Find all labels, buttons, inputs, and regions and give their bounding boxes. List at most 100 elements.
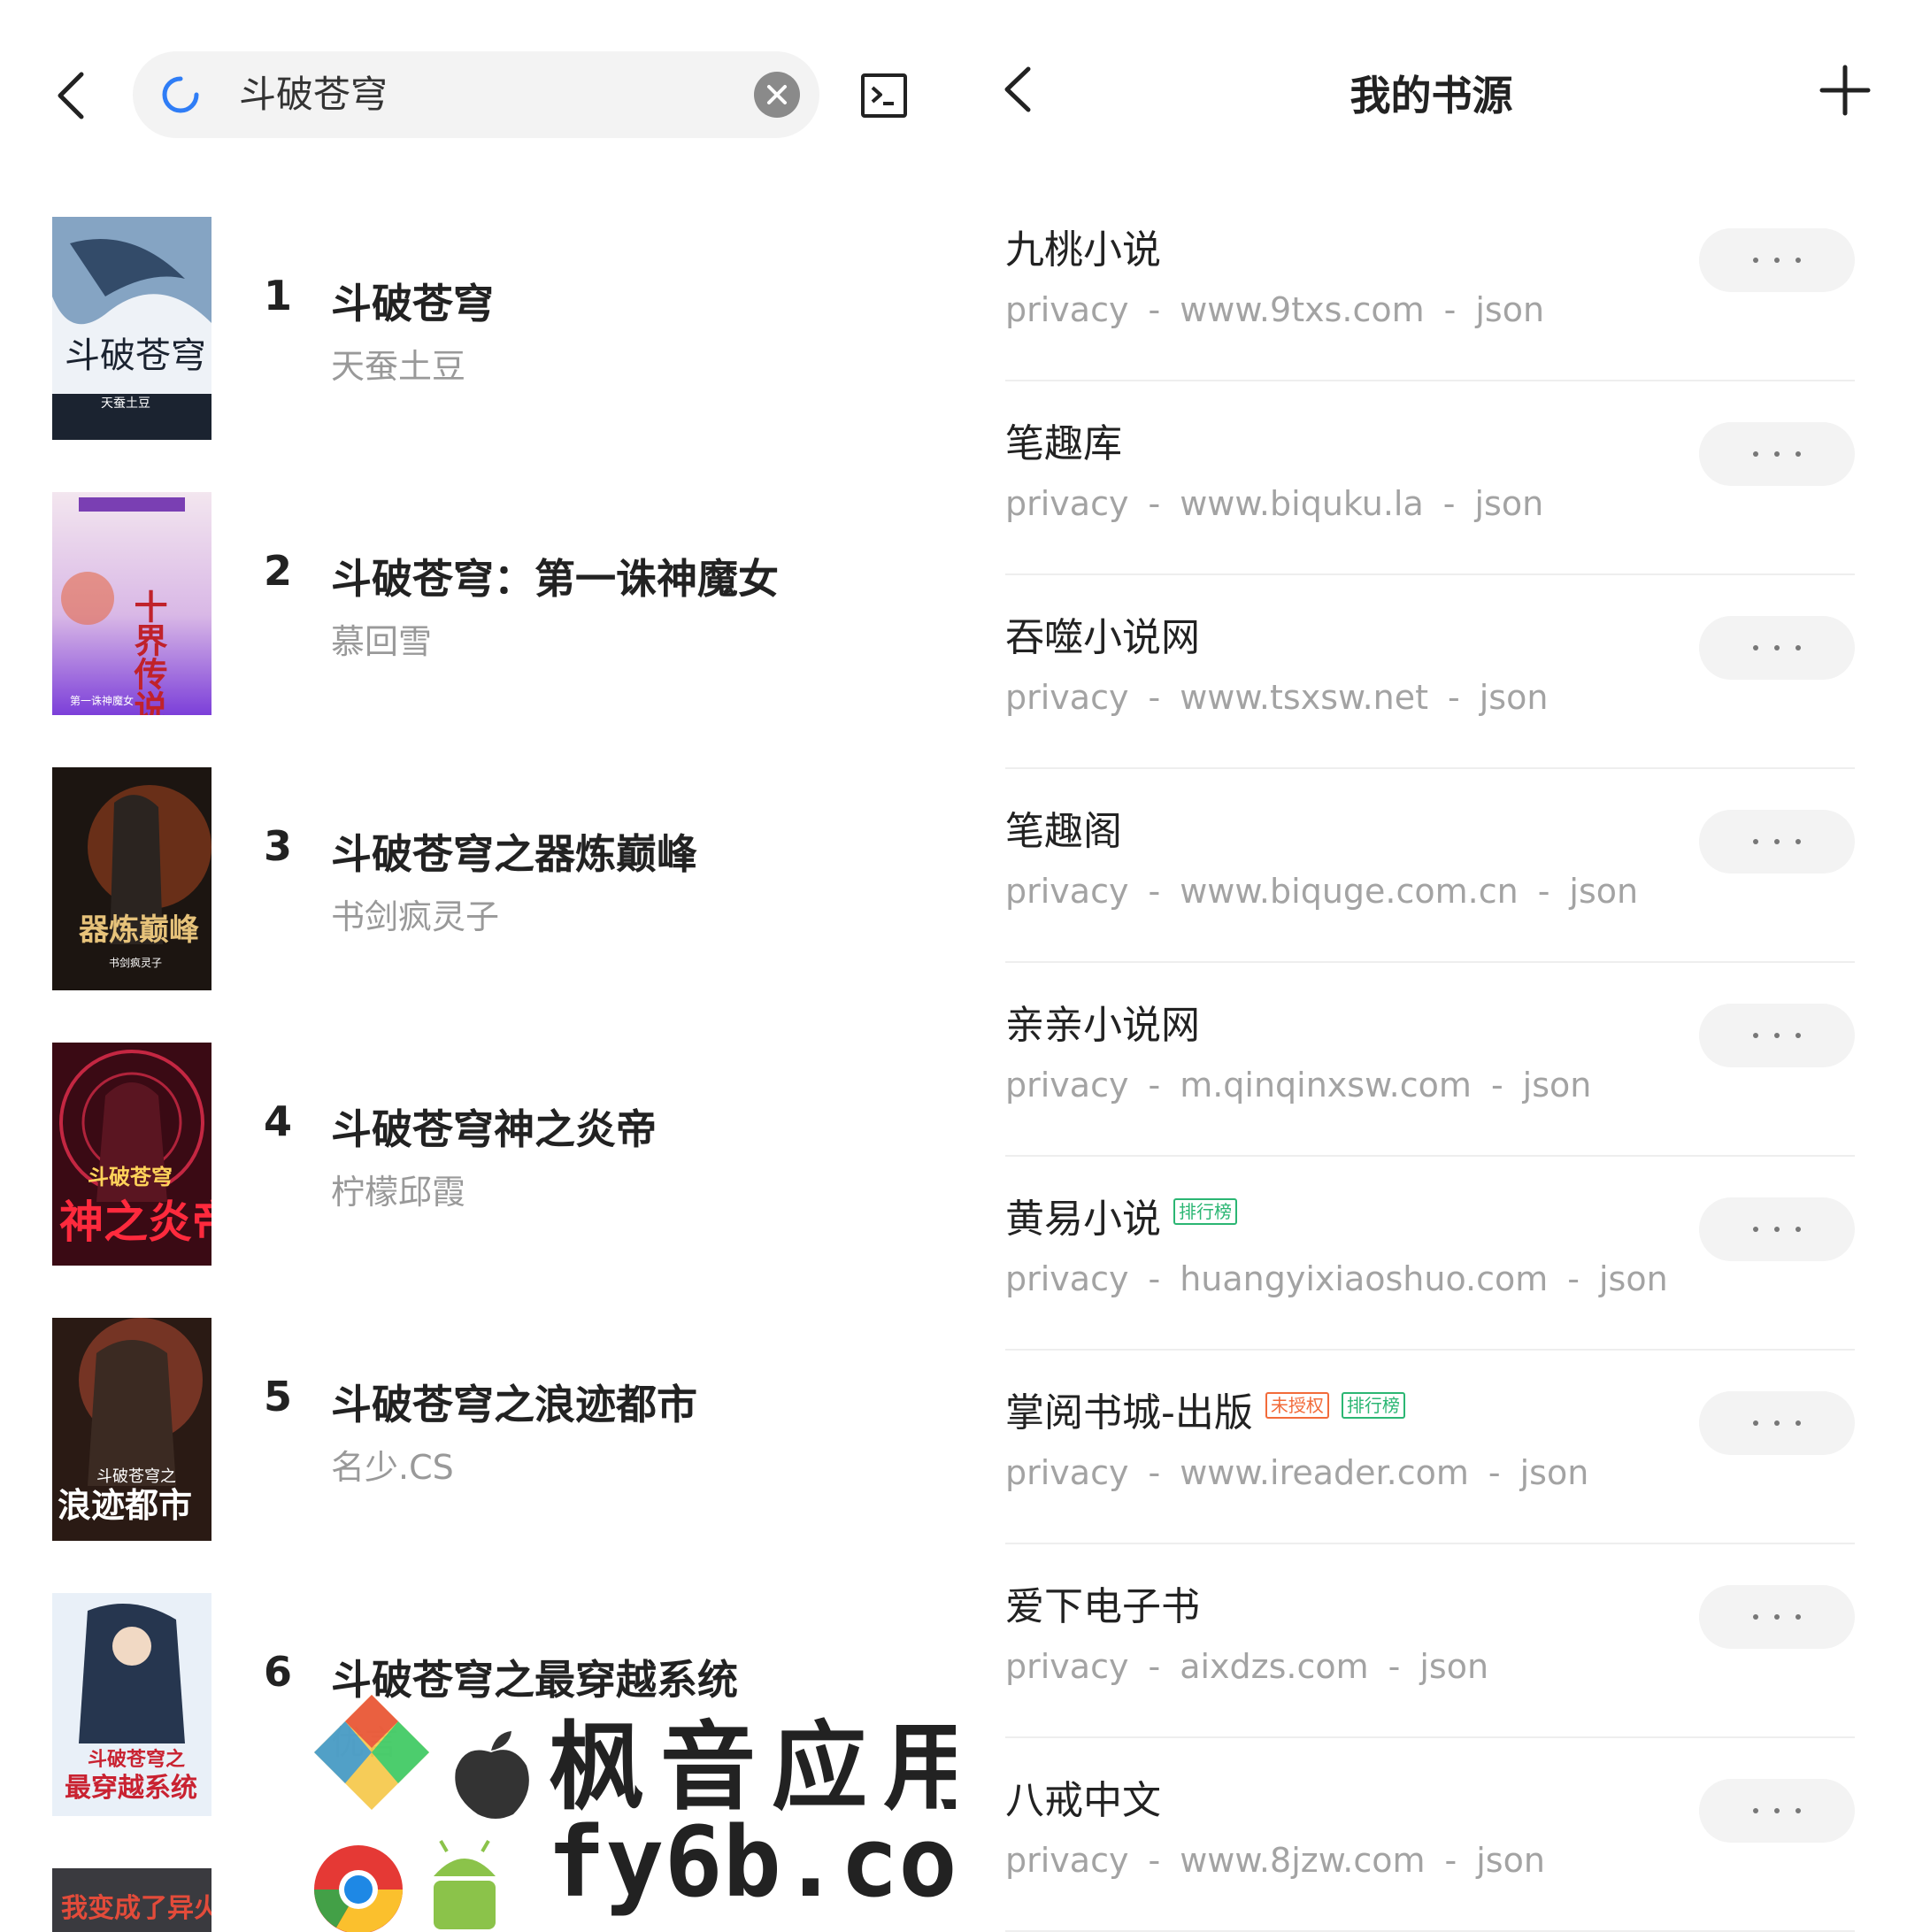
list-item[interactable]: 十界传说 第一诛神魔女 2 斗破苍穹：第一诛神魔女 慕回雪 [0, 492, 956, 715]
book-title: 斗破苍穹之浪迹都市 [331, 1381, 697, 1428]
source-row[interactable]: 亲亲小说网 privacy - m.qinqinxsw.com - json [1005, 961, 1855, 1157]
source-name-text: 爱下电子书 [1005, 1584, 1200, 1629]
cover-subtext: 书剑疯灵子 [109, 956, 162, 969]
more-dot-icon [1774, 1808, 1780, 1813]
source-name-text: 黄易小说 [1005, 1197, 1161, 1242]
more-dot-icon [1774, 258, 1780, 263]
more-dot-icon [1796, 451, 1801, 457]
separator: - [1148, 1259, 1161, 1298]
book-author: 天蚕土豆 [331, 347, 466, 386]
separator: - [1148, 484, 1161, 523]
cover-subtext: 第一诛神魔女 [70, 694, 134, 707]
cover-text: 斗破苍穹 [65, 335, 206, 375]
source-name-text: 亲亲小说网 [1005, 1003, 1200, 1048]
source-name: 黄易小说 排行榜 [1005, 1187, 1237, 1243]
add-source-button[interactable] [1819, 64, 1872, 117]
search-input[interactable]: 斗破苍穹 [239, 51, 388, 138]
book-author: 书剑疯灵子 [331, 897, 500, 936]
separator: - [1537, 872, 1550, 911]
back-button[interactable] [53, 71, 88, 120]
book-cover-2: 十界传说 第一诛神魔女 [52, 492, 211, 715]
source-meta: privacy - www.9txs.com - json [1005, 290, 1544, 329]
book-cover-1: 斗破苍穹 天蚕土豆 [52, 217, 211, 440]
separator: - [1148, 1066, 1161, 1105]
source-privacy: privacy [1005, 1453, 1129, 1492]
more-options-button[interactable] [1699, 1197, 1855, 1261]
separator: - [1148, 1453, 1161, 1492]
source-format: json [1519, 1453, 1589, 1492]
source-name-text: 笔趣库 [1005, 421, 1122, 466]
more-dot-icon [1753, 258, 1758, 263]
book-cover-7: 我变成了异火 [52, 1868, 211, 1932]
result-number: 5 [264, 1373, 293, 1420]
list-item[interactable]: 我变成了异火 [0, 1868, 956, 1932]
source-meta: privacy - www.ireader.com - json [1005, 1453, 1588, 1492]
result-number: 3 [264, 822, 293, 870]
separator: - [1567, 1259, 1580, 1298]
source-name: 爱下电子书 [1005, 1574, 1200, 1631]
separator: - [1444, 1841, 1457, 1880]
more-options-button[interactable] [1699, 1779, 1855, 1843]
source-name: 八戒中文 [1005, 1768, 1161, 1825]
book-author: 慕回雪 [331, 622, 433, 661]
source-row[interactable]: 爱下电子书 privacy - aixdzs.com - json [1005, 1543, 1855, 1738]
book-author: 优言 [331, 1723, 399, 1762]
source-name: 笔趣阁 [1005, 799, 1122, 856]
list-item[interactable]: 器炼巅峰 书剑疯灵子 3 斗破苍穹之器炼巅峰 书剑疯灵子 [0, 767, 956, 990]
cover-subtext: 神之炎帝 [59, 1197, 211, 1248]
more-dot-icon [1753, 1614, 1758, 1620]
list-item[interactable]: 斗破苍穹 神之炎帝 4 斗破苍穹神之炎帝 柠檬邱霞 [0, 1043, 956, 1266]
more-dot-icon [1753, 1227, 1758, 1232]
source-row[interactable]: 黄易小说 排行榜 privacy - huangyixiaoshuo.com - json [1005, 1155, 1855, 1351]
separator: - [1443, 290, 1457, 329]
source-tag: 排行榜 [1341, 1392, 1405, 1419]
clear-search-button[interactable] [754, 72, 800, 118]
cover-text: 斗破苍穹 [88, 1165, 173, 1189]
source-format: json [1598, 1259, 1668, 1298]
search-bar[interactable]: 斗破苍穹 [133, 51, 819, 138]
list-item[interactable]: 斗破苍穹之 浪迹都市 5 斗破苍穹之浪迹都市 名少.CS [0, 1318, 956, 1541]
more-dot-icon [1753, 1420, 1758, 1426]
more-options-button[interactable] [1699, 1004, 1855, 1067]
source-tag: 排行榜 [1173, 1198, 1237, 1225]
separator: - [1488, 1453, 1501, 1492]
source-row[interactable]: 吞噬小说网 privacy - www.tsxsw.net - json [1005, 573, 1855, 769]
source-name: 九桃小说 [1005, 218, 1161, 274]
more-options-button[interactable] [1699, 1585, 1855, 1649]
more-dot-icon [1753, 1808, 1758, 1813]
source-row[interactable]: 九桃小说 privacy - www.9txs.com - json [1005, 186, 1855, 381]
list-item[interactable]: 斗破苍穹 天蚕土豆 1 斗破苍穹 天蚕土豆 [0, 217, 956, 440]
source-privacy: privacy [1005, 678, 1129, 717]
more-dot-icon [1796, 645, 1801, 650]
terminal-icon[interactable] [860, 73, 908, 119]
source-row[interactable]: 笔趣库 privacy - www.biquku.la - json [1005, 380, 1855, 575]
source-name-text: 九桃小说 [1005, 227, 1161, 273]
cover-text: 斗破苍穹之 [96, 1467, 176, 1486]
book-cover-4: 斗破苍穹 神之炎帝 [52, 1043, 211, 1266]
book-title: 斗破苍穹之最穿越系统 [331, 1656, 738, 1704]
search-results-panel: 斗破苍穹 斗破苍穹 天蚕土豆 1 斗破苍穹 天蚕土豆 十界传说 第一诛神魔女 2… [0, 0, 956, 1932]
source-name: 亲亲小说网 [1005, 993, 1200, 1050]
source-url: www.ireader.com [1180, 1453, 1469, 1492]
source-row[interactable]: 掌阅书城-出版 未授权 排行榜 privacy - www.ireader.com - jso… [1005, 1349, 1855, 1544]
source-row[interactable]: 八戒中文 privacy - www.8jzw.com - json [1005, 1736, 1855, 1932]
more-options-button[interactable] [1699, 810, 1855, 874]
more-dot-icon [1774, 451, 1780, 457]
source-privacy: privacy [1005, 1841, 1129, 1880]
source-row[interactable]: 笔趣阁 privacy - www.biquge.com.cn - json [1005, 767, 1855, 963]
more-options-button[interactable] [1699, 422, 1855, 486]
source-privacy: privacy [1005, 290, 1129, 329]
more-options-button[interactable] [1699, 1391, 1855, 1455]
cover-text: 斗破苍穹之 [88, 1748, 185, 1771]
book-title: 斗破苍穹神之炎帝 [331, 1105, 657, 1153]
cover-subtext: 天蚕土豆 [101, 396, 150, 411]
more-options-button[interactable] [1699, 228, 1855, 292]
more-options-button[interactable] [1699, 616, 1855, 680]
source-meta: privacy - www.8jzw.com - json [1005, 1841, 1545, 1880]
source-format: json [1474, 484, 1544, 523]
source-privacy: privacy [1005, 1647, 1129, 1686]
more-dot-icon [1774, 1614, 1780, 1620]
cover-text: 器炼巅峰 [79, 912, 199, 948]
list-item[interactable]: 斗破苍穹之 最穿越系统 6 斗破苍穹之最穿越系统 优言 [0, 1593, 956, 1816]
source-url: www.biquge.com.cn [1180, 872, 1519, 911]
